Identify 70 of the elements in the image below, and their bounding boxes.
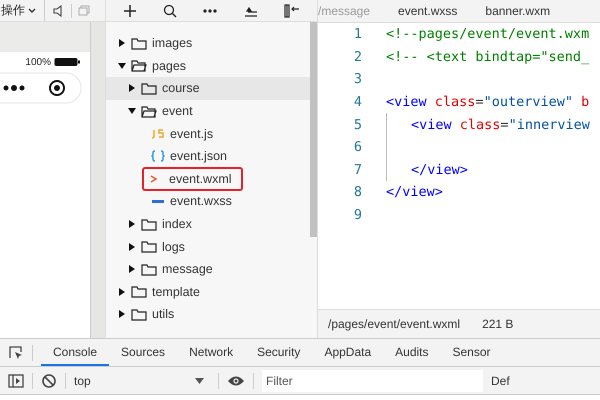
folder-icon [141,80,157,96]
filter-field[interactable]: Filter [262,370,483,392]
tree-item[interactable]: course [106,77,310,100]
braces-icon [151,149,165,164]
tree-item[interactable]: event.wxss [106,190,310,213]
eye-icon[interactable] [227,374,245,386]
search-icon[interactable] [163,4,178,18]
line-number: 7 [352,162,363,178]
collapse-icon[interactable] [284,4,300,18]
editor-tab[interactable]: event.wxss [384,0,472,22]
line-number: 1 [352,26,363,42]
context-select[interactable]: top [74,374,210,388]
tree-item[interactable]: event [106,100,310,122]
tree-item[interactable]: message [106,258,310,281]
folder-icon [141,262,157,277]
line-number: 5 [352,116,363,133]
line-number: 4 [352,94,363,110]
code-line: </view> [386,184,443,200]
folder-icon [131,36,147,51]
battery-percent: 100% [25,56,51,68]
devtools-tab[interactable]: Security [245,339,312,366]
devtools-tab[interactable]: Console [41,339,110,366]
folder-icon [131,284,147,300]
devtools-tab[interactable]: Sensor [440,339,503,366]
code-line: <!--pages/event/event.wxm [386,26,590,42]
code-line: <!-- <text bindtap="send_ [386,48,590,65]
js-file-icon [151,126,165,141]
line-number: 8 [352,184,363,200]
capsule-drawing[interactable] [0,72,82,104]
open-folder-icon [131,58,147,74]
tree-item[interactable]: event.json [106,144,310,168]
editor-tab[interactable]: banner.wxm [471,0,564,22]
inspect-icon[interactable] [8,344,24,360]
tree-item[interactable]: utils [106,303,310,326]
highlight-frame: event.wxml [143,168,242,190]
folder-icon [141,239,157,254]
dropdown-icon [195,378,204,384]
devtools-tab[interactable]: Network [177,339,246,366]
code-line: <view class="innerview [411,116,590,133]
folder-icon [141,216,157,232]
chevron-down-icon [28,8,36,14]
line-number: 6 [352,139,363,156]
tree-item[interactable]: logs [106,235,310,258]
tree-item[interactable]: index [106,212,310,236]
file-size: 221 B [482,317,514,331]
levels-dropdown[interactable]: Def [491,374,510,388]
code-line: <view class="outerview" b [386,94,590,110]
line-number: 2 [352,48,363,65]
line-number: 3 [352,71,363,88]
folder-icon [131,306,147,322]
more-icon[interactable] [203,8,218,12]
devtools-tab[interactable]: Audits [383,339,440,366]
devtools-tab[interactable]: AppData [312,339,384,366]
sidebar-toggle-icon[interactable] [8,372,24,388]
open-folder-icon [141,104,157,119]
scrollbar[interactable] [310,22,317,237]
speaker-icon[interactable] [53,4,63,16]
tree-item[interactable]: images [106,32,310,55]
plus-icon[interactable] [123,4,138,18]
tree-item[interactable]: event.wxml [106,168,310,190]
tree-item[interactable]: template [106,280,310,304]
code-line: </view> [411,162,468,178]
sort-icon[interactable] [244,4,258,16]
battery-icon [54,57,80,67]
line-number: 9 [352,207,363,224]
devtools-tab[interactable]: Sources [109,339,178,366]
tree-item[interactable]: event.js [106,122,310,145]
file-path: /pages/event/event.wxml [328,317,460,331]
clear-icon[interactable] [41,372,57,388]
tree-item[interactable]: pages [106,54,310,78]
